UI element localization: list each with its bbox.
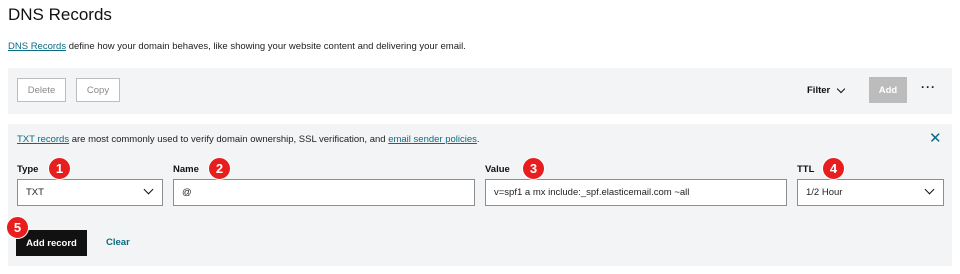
delete-button[interactable]: Delete: [17, 78, 66, 102]
chevron-down-icon: [143, 184, 154, 195]
records-toolbar: Delete Copy Filter Add ···: [8, 68, 952, 114]
intro-text: DNS Records define how your domain behav…: [8, 41, 466, 52]
value-input[interactable]: v=spf1 a mx include:_spf.elasticemail.co…: [485, 179, 787, 206]
ttl-label: TTL: [797, 164, 815, 175]
annotation-badge-2: 2: [208, 157, 231, 180]
annotation-badge-5: 5: [6, 216, 29, 239]
annotation-badge-3: 3: [522, 157, 545, 180]
value-text: v=spf1 a mx include:_spf.elasticemail.co…: [494, 187, 690, 198]
clear-button[interactable]: Clear: [106, 237, 130, 248]
add-record-panel: TXT records are most commonly used to ve…: [8, 124, 952, 266]
page-title: DNS Records: [8, 5, 112, 24]
dns-records-link[interactable]: DNS Records: [8, 41, 66, 52]
annotation-badge-4: 4: [822, 157, 845, 180]
type-select[interactable]: TXT: [17, 179, 163, 206]
ttl-select[interactable]: 1/2 Hour: [797, 179, 944, 206]
email-sender-policies-link[interactable]: email sender policies: [388, 134, 477, 145]
name-value: @: [182, 187, 192, 198]
filter-button[interactable]: Filter: [807, 78, 846, 102]
chevron-down-icon: [836, 84, 846, 93]
note-text-1: are most commonly used to verify domain …: [69, 134, 389, 145]
type-label: Type: [17, 164, 39, 175]
chevron-down-icon: [924, 184, 935, 195]
add-button[interactable]: Add: [869, 77, 907, 103]
ttl-value: 1/2 Hour: [806, 187, 843, 198]
txt-info-note: TXT records are most commonly used to ve…: [17, 134, 480, 145]
intro-description: define how your domain behaves, like sho…: [66, 41, 466, 52]
value-label: Value: [485, 164, 510, 175]
type-value: TXT: [26, 187, 44, 198]
txt-records-link[interactable]: TXT records: [17, 134, 69, 145]
name-label: Name: [173, 164, 199, 175]
copy-button[interactable]: Copy: [76, 78, 120, 102]
close-icon[interactable]: ✕: [929, 131, 942, 146]
name-input[interactable]: @: [173, 179, 475, 206]
note-text-2: .: [476, 134, 480, 145]
annotation-badge-1: 1: [48, 157, 71, 180]
filter-label: Filter: [807, 84, 831, 96]
more-options-icon[interactable]: ···: [921, 80, 936, 94]
